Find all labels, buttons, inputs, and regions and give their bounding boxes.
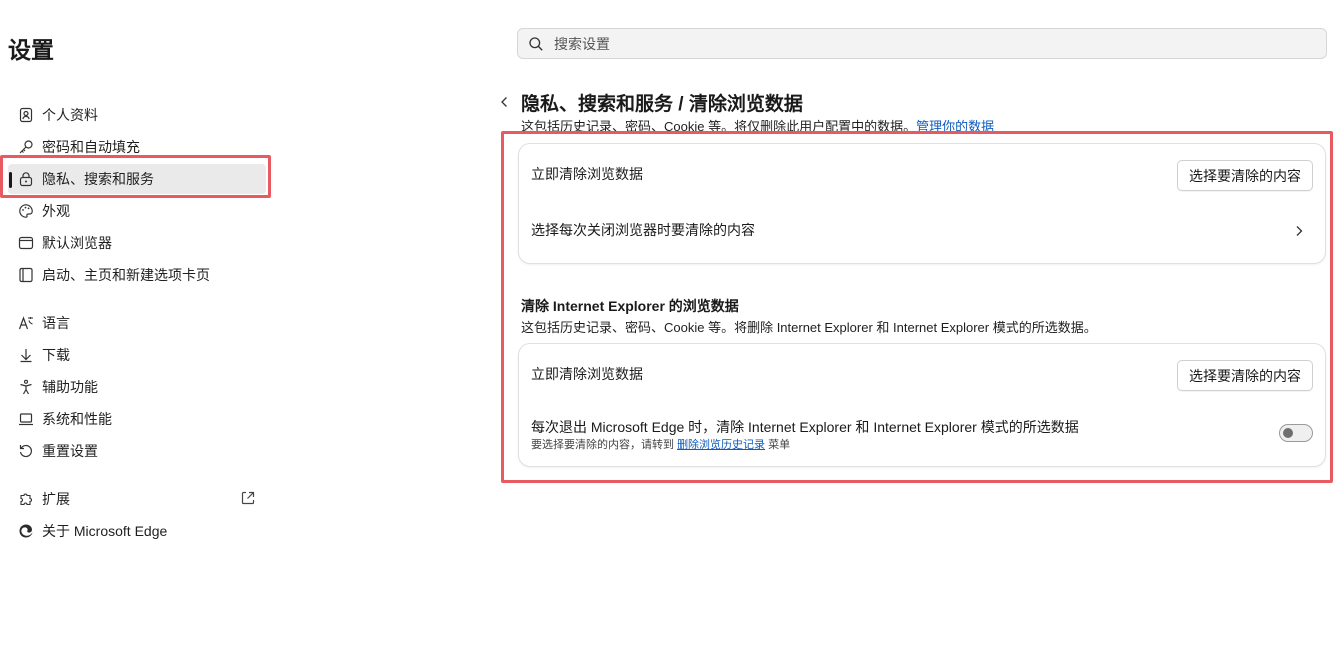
clear-now-label: 立即清除浏览数据 [531,166,643,182]
sidebar-item-accessibility[interactable]: 辅助功能 [8,372,266,402]
sidebar-item-passwords[interactable]: 密码和自动填充 [8,132,266,162]
clear-browsing-data-card: 立即清除浏览数据 选择要清除的内容 选择每次关闭浏览器时要清除的内容 [518,143,1326,264]
page-title: 隐私、搜索和服务 / 清除浏览数据 [521,94,803,115]
sidebar-item-label: 隐私、搜索和服务 [42,171,154,187]
sidebar-item-label: 启动、主页和新建选项卡页 [42,267,210,283]
palette-icon [17,202,35,220]
note-prefix: 要选择要清除的内容，请转到 [531,439,674,451]
sidebar-item-label: 重置设置 [42,443,98,459]
clear-on-close-label: 选择每次关闭浏览器时要清除的内容 [531,222,755,238]
sidebar-item-downloads[interactable]: 下载 [8,340,266,370]
edge-logo-icon [17,522,35,540]
clear-on-close-row[interactable]: 选择每次关闭浏览器时要清除的内容 [519,204,1325,258]
sidebar-item-profile[interactable]: 个人资料 [8,100,266,130]
chevron-left-icon [501,97,507,107]
sidebar-item-label: 下载 [42,347,70,363]
search-box[interactable] [517,28,1327,59]
sidebar-item-language[interactable]: 语言 [8,308,266,338]
sidebar-item-reset[interactable]: 重置设置 [8,436,266,466]
sidebar-item-label: 个人资料 [42,107,98,123]
delete-browsing-history-link[interactable]: 删除浏览历史记录 [677,439,765,451]
ie-section-title: 清除 Internet Explorer 的浏览数据 [521,298,739,314]
sidebar-item-label: 关于 Microsoft Edge [42,523,168,539]
ie-choose-what-to-clear-button[interactable]: 选择要清除的内容 [1177,360,1313,391]
back-button[interactable] [497,93,511,111]
ie-section-description: 这包括历史记录、密码、Cookie 等。将删除 Internet Explore… [521,320,1097,335]
laptop-icon [17,410,35,428]
page-description-text: 这包括历史记录、密码、Cookie 等。将仅删除此用户配置中的数据。 [521,119,917,134]
reset-icon [17,442,35,460]
ie-clear-data-card: 立即清除浏览数据 选择要清除的内容 每次退出 Microsoft Edge 时，… [518,343,1326,467]
chevron-right-icon [1296,226,1303,236]
sidebar-item-privacy[interactable]: 隐私、搜索和服务 [8,164,266,194]
sidebar-item-label: 扩展 [42,491,70,507]
search-icon [528,36,544,52]
toggle-knob [1283,428,1293,438]
key-icon [17,138,35,156]
active-indicator [9,172,12,188]
ie-clear-on-exit-label: 每次退出 Microsoft Edge 时，清除 Internet Explor… [531,419,1079,435]
external-link-icon[interactable] [240,490,256,506]
sidebar-item-default-browser[interactable]: 默认浏览器 [8,228,266,258]
app-title: 设置 [8,37,54,63]
lock-icon [17,170,35,188]
puzzle-icon [17,490,35,508]
ie-clear-on-exit-note: 要选择要清除的内容，请转到 删除浏览历史记录 菜单 [531,436,790,452]
language-icon [17,314,35,332]
sidebar-item-appearance[interactable]: 外观 [8,196,266,226]
sidebar-item-system[interactable]: 系统和性能 [8,404,266,434]
ie-clear-now-label: 立即清除浏览数据 [531,366,643,382]
note-suffix: 菜单 [768,439,791,451]
sidebar-item-startup[interactable]: 启动、主页和新建选项卡页 [8,260,266,290]
sidebar-item-label: 系统和性能 [42,411,112,427]
accessibility-icon [17,378,35,396]
sidebar-item-label: 密码和自动填充 [42,139,140,155]
sidebar-item-label: 辅助功能 [42,379,98,395]
browser-icon [17,234,35,252]
home-icon [17,266,35,284]
sidebar-item-about[interactable]: 关于 Microsoft Edge [8,516,266,546]
page-description: 这包括历史记录、密码、Cookie 等。将仅删除此用户配置中的数据。管理你的数据 [521,116,994,135]
search-input[interactable] [552,34,1256,53]
sidebar-item-label: 外观 [42,203,70,219]
ie-clear-on-exit-toggle[interactable] [1279,424,1313,442]
sidebar-item-label: 语言 [42,315,70,331]
profile-icon [17,106,35,124]
download-icon [17,346,35,364]
sidebar-item-label: 默认浏览器 [42,235,112,251]
manage-data-link[interactable]: 管理你的数据 [916,119,994,134]
choose-what-to-clear-button[interactable]: 选择要清除的内容 [1177,160,1313,191]
sidebar-item-extensions[interactable]: 扩展 [8,484,266,514]
sidebar: 设置 个人资料 密码和自动填充 隐私、搜索和服务 外观 默认浏览器 启动、主页和… [0,0,290,657]
